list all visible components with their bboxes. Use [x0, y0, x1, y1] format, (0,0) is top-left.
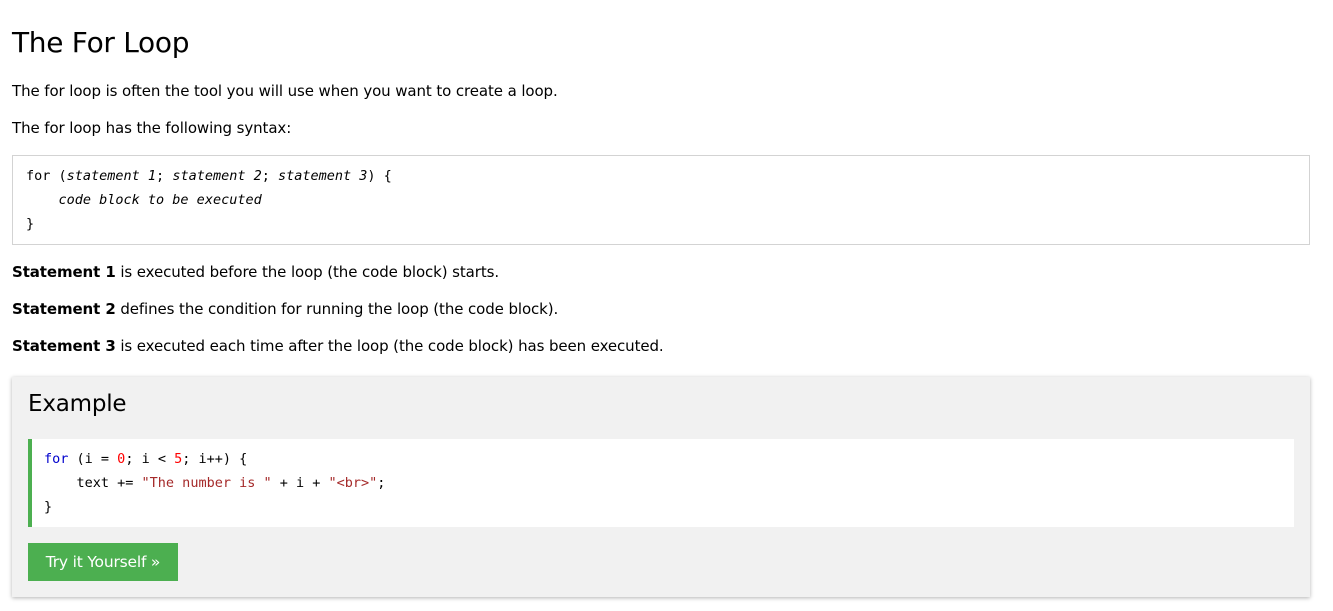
example-heading: Example — [28, 391, 127, 417]
example-panel: Example for (i = 0; i < 5; i++) { text +… — [12, 377, 1310, 597]
code-string: "<br>" — [328, 475, 378, 491]
syntax-close-brace: } — [26, 216, 35, 232]
code-text: ; i < — [125, 451, 175, 467]
page-title: The For Loop — [12, 26, 190, 59]
statement-text: is executed each time after the loop (th… — [115, 337, 664, 355]
code-text: } — [44, 499, 53, 515]
try-it-yourself-button[interactable]: Try it Yourself » — [28, 543, 178, 581]
syntax-statement-1: statement 1 — [66, 168, 157, 184]
code-text: ; — [377, 475, 386, 491]
syntax-statement-2: statement 2 — [172, 168, 262, 184]
statement-label: Statement 2 — [12, 300, 116, 318]
statement-text: is executed before the loop (the code bl… — [115, 263, 499, 281]
statement-label: Statement 3 — [12, 337, 116, 355]
statement-3-paragraph: Statement 3 is executed each time after … — [12, 337, 664, 355]
statement-1-paragraph: Statement 1 is executed before the loop … — [12, 263, 499, 281]
example-code-box: for (i = 0; i < 5; i++) { text += "The n… — [28, 439, 1294, 527]
syntax-indent — [26, 192, 59, 208]
syntax-open-brace: ) { — [367, 168, 392, 184]
statement-text: defines the condition for running the lo… — [115, 300, 559, 318]
syntax-code-box: for (statement 1; statement 2; statement… — [12, 155, 1310, 245]
code-keyword: for — [44, 451, 69, 467]
statement-label: Statement 1 — [12, 263, 116, 281]
syntax-intro-paragraph: The for loop has the following syntax: — [12, 119, 292, 137]
statement-2-paragraph: Statement 2 defines the condition for ru… — [12, 300, 558, 318]
syntax-code: for (statement 1; statement 2; statement… — [26, 164, 392, 236]
syntax-code-block: code block to be executed — [58, 192, 262, 208]
code-string: "The number is " — [141, 475, 272, 491]
code-text: (i = — [68, 451, 118, 467]
syntax-separator: ; — [261, 168, 278, 184]
code-text: ; i++) { — [182, 451, 248, 467]
intro-paragraph: The for loop is often the tool you will … — [12, 82, 558, 100]
syntax-separator: ; — [156, 168, 173, 184]
code-number: 5 — [174, 451, 183, 467]
syntax-statement-3: statement 3 — [277, 168, 368, 184]
example-code: for (i = 0; i < 5; i++) { text += "The n… — [44, 447, 385, 519]
syntax-for-text: for ( — [26, 168, 67, 184]
code-text: text += — [44, 475, 142, 491]
code-text: + i + — [271, 475, 329, 491]
